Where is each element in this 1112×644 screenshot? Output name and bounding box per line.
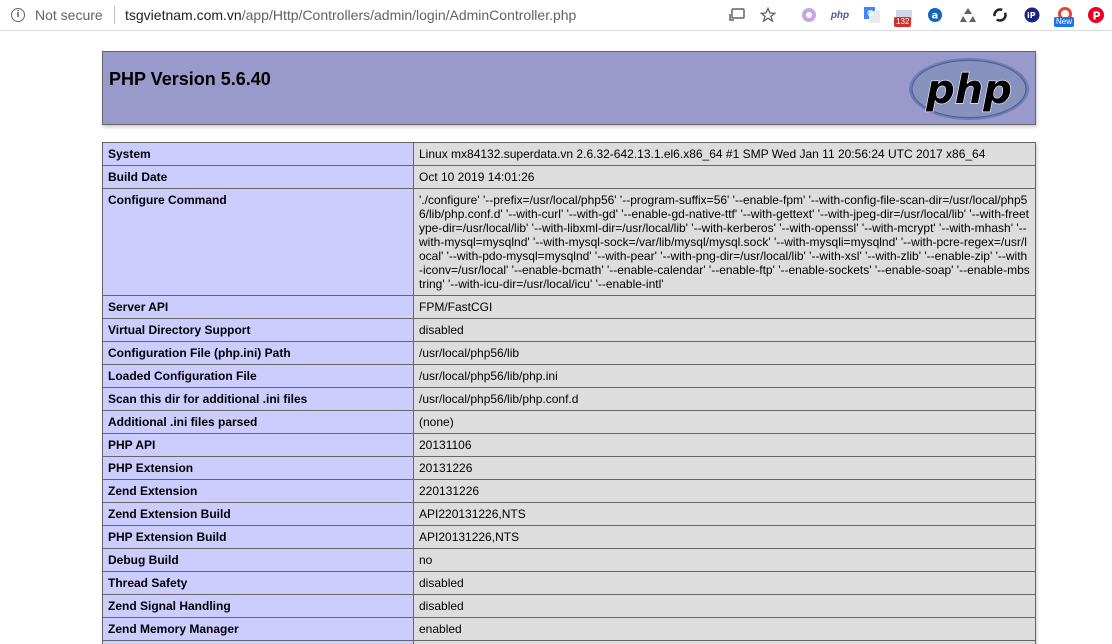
row-value: disabled [413,594,1036,618]
row-key: Debug Build [102,548,414,572]
row-key: Scan this dir for additional .ini files [102,387,414,411]
row-key: Configuration File (php.ini) Path [102,341,414,365]
pinterest-icon[interactable]: P [1087,6,1105,24]
table-row [102,640,1036,644]
phpinfo-header: PHP Version 5.6.40 php [102,51,1036,125]
table-row: PHP Extension Build API20131226,NTS [102,525,1036,549]
row-value: disabled [413,571,1036,595]
table-row: Thread Safety disabled [102,571,1036,595]
row-value: 20131226 [413,456,1036,480]
table-row: Zend Signal Handling disabled [102,594,1036,618]
row-value: /usr/local/php56/lib/php.ini [413,364,1036,388]
table-row: Configuration File (php.ini) Path/usr/lo… [102,341,1036,365]
row-key: Server API [102,295,414,319]
row-value: no [413,548,1036,572]
url-path: /app/Http/Controllers/admin/login/AdminC… [241,7,577,23]
row-key: Configure Command [102,188,414,296]
php-logo-text: php [925,67,1012,113]
table-row: Scan this dir for additional .ini files /… [102,387,1036,411]
table-row: PHP API 20131106 [102,433,1036,457]
row-value: /usr/local/php56/lib [413,341,1036,365]
row-key: Zend Memory Manager [102,617,414,641]
url-text[interactable]: tsgvietnam.com.vn/app/Http/Controllers/a… [125,7,576,23]
info-icon[interactable]: i [11,8,25,22]
url-host: tsgvietnam.com.vn [125,7,242,23]
row-key: Thread Safety [102,571,414,595]
a-extension-icon[interactable]: a [927,6,943,24]
row-key: Zend Extension Build [102,502,414,526]
row-key: PHP Extension [102,456,414,480]
bookmark-star-icon[interactable] [759,6,777,24]
svg-text:P: P [1093,10,1101,23]
table-row: Debug Build no [102,548,1036,572]
row-key: PHP Extension Build [102,525,414,549]
translate-icon[interactable]: G [863,6,881,24]
table-row: PHP Extension 20131226 [102,456,1036,480]
row-key: Build Date [102,165,414,189]
row-value [413,640,1036,644]
php-logo[interactable]: php [908,57,1030,121]
row-value: 20131106 [413,433,1036,457]
security-label[interactable]: Not secure [35,7,103,23]
new-badge: New [1054,17,1075,27]
row-value: Oct 10 2019 14:01:26 [413,165,1036,189]
divider [114,6,115,24]
svg-text:iP: iP [1027,11,1036,20]
table-row: Zend Extension 220131226 [102,479,1036,503]
row-value: /usr/local/php56/lib/php.conf.d [413,387,1036,411]
phpinfo-table: System Linux mx84132.superdata.vn 2.6.32-… [102,142,1036,644]
row-value: disabled [413,318,1036,342]
table-row: Zend Memory Manager enabled [102,617,1036,641]
php-extension-icon[interactable]: php [830,6,850,24]
row-key: Additional .ini files parsed [102,410,414,434]
mail-count-badge: 132 [894,17,912,27]
table-row: Server API FPM/FastCGI [102,295,1036,319]
table-row: Zend Extension Build API220131226,NTS [102,502,1036,526]
row-value: FPM/FastCGI [413,295,1036,319]
sync-icon[interactable] [991,6,1009,24]
row-value: enabled [413,617,1036,641]
ip-extension-icon[interactable]: iP [1023,6,1041,24]
row-value: 220131226 [413,479,1036,503]
row-key: Zend Signal Handling [102,594,414,618]
table-row: Additional .ini files parsed (none) [102,410,1036,434]
extension-flower-icon[interactable] [801,6,817,24]
table-row: Build Date Oct 10 2019 14:01:26 [102,165,1036,189]
row-key: Loaded Configuration File [102,364,414,388]
phpinfo-container: PHP Version 5.6.40 php System Linux mx841… [102,51,1036,644]
cast-icon[interactable] [728,6,746,24]
table-row: Configure Command './configure' '--prefix… [102,188,1036,296]
php-version-title: PHP Version 5.6.40 [109,69,271,89]
table-row: Virtual Directory Support disabled [102,318,1036,342]
row-key: Virtual Directory Support [102,318,414,342]
row-key: System [102,142,414,166]
row-value: API20131226,NTS [413,525,1036,549]
table-row: Loaded Configuration File/usr/local/php5… [102,364,1036,388]
address-bar[interactable]: i Not secure tsgvietnam.com.vn/app/Http/… [0,0,1112,31]
row-key: PHP API [102,433,414,457]
row-key: Zend Extension [102,479,414,503]
table-row: System Linux mx84132.superdata.vn 2.6.32-… [102,142,1036,166]
svg-text:G: G [867,9,873,18]
row-value: API220131226,NTS [413,502,1036,526]
row-value: Linux mx84132.superdata.vn 2.6.32-642.13… [413,142,1036,166]
row-value: './configure' '--prefix=/usr/local/php56… [413,188,1036,296]
svg-text:a: a [932,11,939,22]
row-key [102,640,414,644]
row-value: (none) [413,410,1036,434]
recycle-icon[interactable] [959,6,977,24]
